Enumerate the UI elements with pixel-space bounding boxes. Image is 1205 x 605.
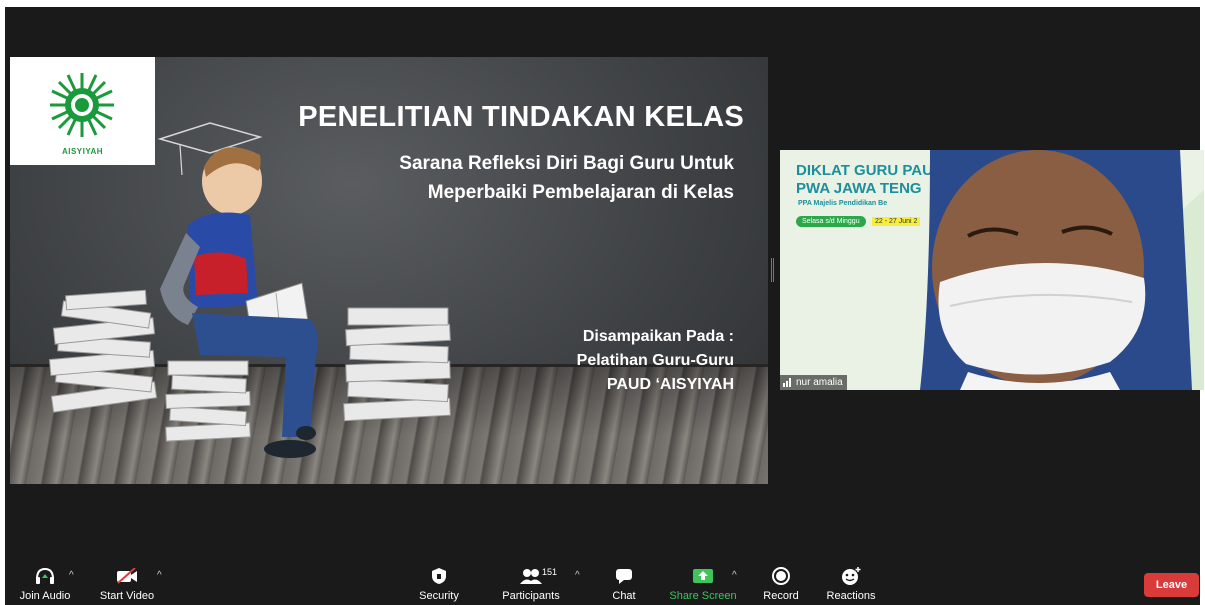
- video-off-icon: [115, 566, 139, 586]
- sun-emblem-icon: [50, 73, 114, 137]
- share-options-caret[interactable]: ^: [732, 570, 737, 581]
- participants-options-caret[interactable]: ^: [575, 570, 580, 581]
- participant-video-tile[interactable]: DIKLAT GURU PAU PWA JAWA TENG PPA Majeli…: [780, 150, 1204, 390]
- record-button[interactable]: Record: [746, 566, 816, 602]
- participants-button[interactable]: 151 Participants: [496, 566, 566, 602]
- record-icon: [769, 566, 793, 586]
- credit-line-1: Disampaikan Pada :: [582, 328, 734, 345]
- subtitle-line-1: Sarana Refleksi Diri Bagi Guru Untuk: [399, 153, 734, 174]
- slide-title: PENELITIAN TINDAKAN KELAS: [298, 101, 744, 133]
- chat-bubble-icon: [612, 566, 636, 586]
- participant-name: nur amalia: [796, 377, 843, 388]
- shared-slide: AISYIYAH PENELITIAN TINDAKAN KELAS Saran…: [10, 57, 768, 484]
- people-icon: 151: [519, 566, 557, 586]
- smiley-icon: [839, 566, 863, 586]
- chat-button[interactable]: Chat: [589, 566, 659, 602]
- share-screen-button[interactable]: Share Screen: [668, 566, 738, 602]
- signal-bars-icon: [783, 378, 791, 387]
- panel-resize-handle[interactable]: [771, 258, 774, 282]
- security-button[interactable]: Security: [404, 566, 474, 602]
- share-arrow-icon: [691, 566, 715, 586]
- aisyiyah-logo: AISYIYAH: [10, 57, 155, 165]
- video-options-caret[interactable]: ^: [157, 570, 162, 581]
- shield-icon: [427, 566, 451, 586]
- reactions-button[interactable]: Reactions: [816, 566, 886, 602]
- start-video-button[interactable]: Start Video: [92, 566, 162, 602]
- subtitle-line-2: Meperbaiki Pembelajaran di Kelas: [427, 182, 734, 203]
- leave-button[interactable]: Leave: [1144, 573, 1199, 597]
- participant-name-tag: nur amalia: [780, 375, 847, 390]
- slide-credit: Disampaikan Pada : Pelatihan Guru-Guru P…: [577, 325, 734, 397]
- meeting-toolbar: Join Audio ^ Start Video ^ Security 151 …: [0, 558, 1205, 605]
- participant-person: [920, 150, 1204, 390]
- participants-count: 151: [542, 567, 558, 577]
- headphones-icon: [33, 566, 57, 586]
- audio-options-caret[interactable]: ^: [69, 570, 74, 581]
- credit-line-3: PAUD ‘AISYIYAH: [606, 376, 734, 393]
- logo-label: AISYIYAH: [61, 147, 104, 156]
- credit-line-2: Pelatihan Guru-Guru: [576, 352, 734, 369]
- slide-subtitle: Sarana Refleksi Diri Bagi Guru Untuk Mep…: [399, 149, 734, 207]
